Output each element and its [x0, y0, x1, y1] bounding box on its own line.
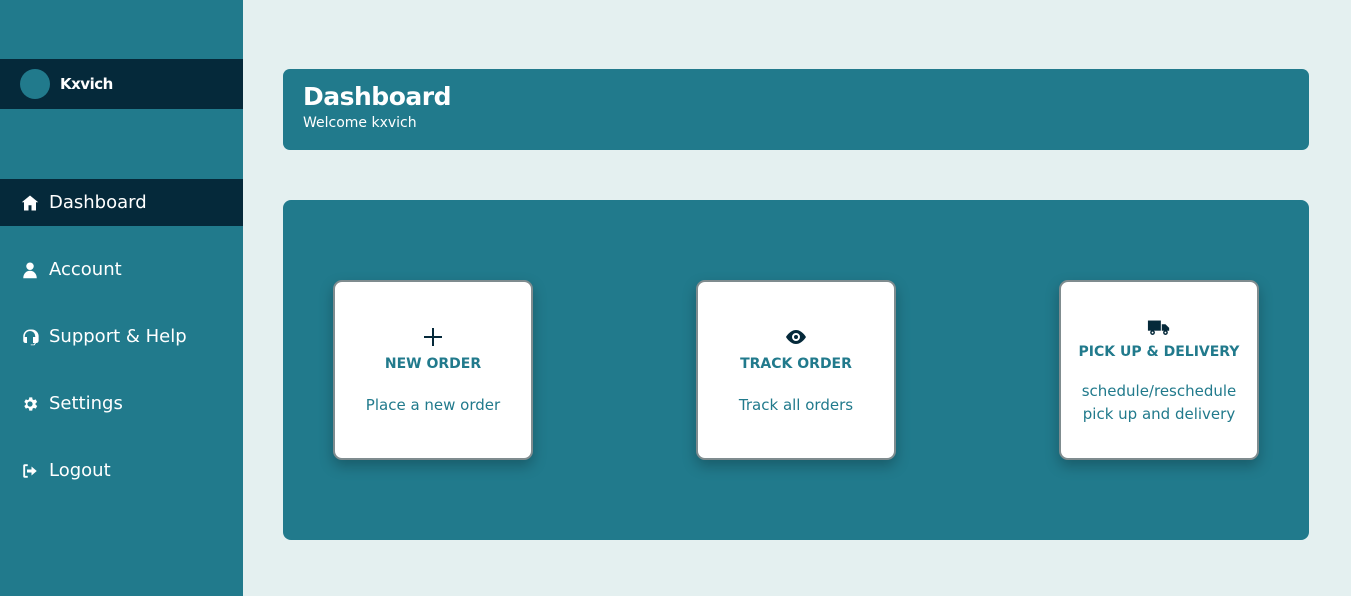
new-order-card[interactable]: NEW ORDER Place a new order — [333, 280, 533, 460]
avatar — [20, 69, 50, 99]
card-description: Track all orders — [738, 395, 854, 414]
sidebar-item-label: Logout — [49, 460, 111, 481]
plus-icon — [420, 324, 446, 350]
sidebar-item-label: Settings — [49, 393, 123, 414]
eye-icon — [783, 324, 809, 350]
truck-icon — [1146, 314, 1172, 340]
sidebar-item-label: Dashboard — [49, 192, 147, 213]
sidebar: Kxvich Dashboard Account Support & Help … — [0, 0, 243, 596]
card-title: PICK UP & DELIVERY — [1078, 344, 1240, 360]
sidebar-item-account[interactable]: Account — [0, 246, 243, 293]
page-title: Dashboard — [303, 82, 451, 111]
gear-icon — [20, 394, 40, 414]
card-title: TRACK ORDER — [740, 355, 852, 372]
card-description: schedule/reschedule pick up and delivery — [1081, 382, 1237, 423]
card-description: Place a new order — [365, 395, 501, 414]
sidebar-item-logout[interactable]: Logout — [0, 447, 243, 494]
sidebar-item-support[interactable]: Support & Help — [0, 313, 243, 360]
user-icon — [20, 260, 40, 280]
home-icon — [20, 193, 40, 213]
sidebar-item-label: Support & Help — [49, 326, 187, 347]
pickup-delivery-card[interactable]: PICK UP & DELIVERY schedule/reschedule p… — [1059, 280, 1259, 460]
actions-panel: NEW ORDER Place a new order TRACK ORDER … — [283, 200, 1309, 540]
logout-icon — [20, 461, 40, 481]
user-profile[interactable]: Kxvich — [0, 59, 243, 109]
sidebar-item-settings[interactable]: Settings — [0, 380, 243, 427]
track-order-card[interactable]: TRACK ORDER Track all orders — [696, 280, 896, 460]
headset-icon — [20, 327, 40, 347]
username: Kxvich — [60, 75, 113, 93]
card-title: NEW ORDER — [384, 355, 482, 372]
sidebar-item-dashboard[interactable]: Dashboard — [0, 179, 243, 226]
welcome-text: Welcome kxvich — [303, 115, 417, 131]
sidebar-item-label: Account — [49, 259, 122, 280]
dashboard-header: Dashboard Welcome kxvich — [283, 69, 1309, 150]
